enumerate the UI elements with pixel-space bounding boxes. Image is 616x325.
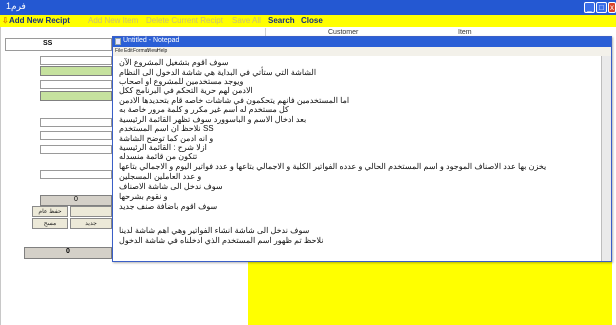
field-2[interactable]	[40, 80, 112, 89]
notepad-line: اما المستخدمين فانهم يتحكمون في شاشات خا…	[119, 96, 350, 105]
notepad-line: ازلا شرح : القائمة الرئيسية	[119, 143, 207, 152]
notepad-line: و عدد العاملين المسجلين	[119, 172, 202, 181]
minimize-button[interactable]: _	[584, 2, 595, 13]
notepad-window: Untitled - Notepad File Edit Format View…	[112, 36, 612, 262]
notepad-line: يخزن بها عدد الاصناف الموجود و اسم المست…	[119, 162, 547, 171]
menu-search[interactable]: Search	[268, 16, 295, 25]
notepad-line: سوف ندخل الى شاشة الاصناف	[119, 182, 223, 191]
notepad-line: سوف اقوم باضافة صنف جديد	[119, 202, 218, 211]
notepad-menu-file[interactable]: File	[115, 48, 123, 54]
notepad-scrollbar[interactable]	[601, 56, 611, 261]
field-4[interactable]	[40, 131, 112, 140]
ss-field[interactable]: SS	[5, 38, 112, 51]
notepad-titlebar[interactable]: Untitled - Notepad	[113, 37, 611, 47]
notepad-line: الشاشة التي ستأتي في البداية هي شاشة الد…	[119, 68, 317, 77]
notepad-line: و نقوم بشرحها	[119, 192, 168, 201]
menu-add-new-recipt[interactable]: Add New Recipt	[9, 16, 70, 25]
notepad-text-area[interactable]: سوف اقوم بتشغيل المشروع الآن الشاشة التي …	[113, 56, 601, 261]
green-field-1[interactable]	[40, 66, 112, 76]
notepad-line: و انه ادمن كما توضح الشاشة	[119, 134, 214, 143]
close-window-button[interactable]: x	[608, 2, 616, 13]
new-button[interactable]: جديد	[70, 218, 112, 229]
total-field: 0	[40, 195, 112, 206]
field-3[interactable]	[40, 118, 112, 127]
field-1[interactable]	[40, 56, 112, 65]
app-title: فرم1	[6, 1, 26, 11]
grid-col-item[interactable]: Item	[458, 29, 472, 36]
notepad-line: SS نلاحظ ان اسم المستخدم	[119, 124, 214, 133]
menu-delete-current-recipt[interactable]: Delete Current Recipt	[146, 16, 223, 25]
green-field-2[interactable]	[40, 91, 112, 101]
notepad-line: ويوجد مستخدمين للمشروع او اصحاب	[119, 77, 244, 86]
menu-close[interactable]: Close	[301, 16, 323, 25]
notepad-line: سوف ندخل الى شاشة انشاء الفواتير وهي اهم…	[119, 226, 310, 235]
notepad-line: الادمن لهم حرية التحكم في البرنامج ككل	[119, 86, 253, 95]
ss-label: SS	[43, 40, 53, 47]
notepad-menubar: File Edit Format View Help	[113, 47, 611, 56]
app-titlebar	[0, 0, 616, 15]
total-value: 0	[74, 196, 78, 203]
menubar: ⇩ Add New Recipt Add New Item Delete Cur…	[0, 15, 616, 27]
field-6[interactable]	[40, 170, 112, 179]
menu-arrow-icon: ⇩	[2, 16, 9, 25]
bottom-total-field: 0	[24, 247, 112, 259]
menu-add-new-item[interactable]: Add New Item	[88, 16, 138, 25]
notepad-line: سوف اقوم بتشغيل المشروع الآن	[119, 58, 229, 67]
field-5[interactable]	[40, 145, 112, 154]
notepad-app-icon	[115, 38, 121, 45]
notepad-menu-edit[interactable]: Edit	[124, 48, 133, 54]
blank-button[interactable]	[70, 206, 112, 217]
notepad-menu-help[interactable]: Help	[157, 48, 167, 54]
notepad-line: نلاحظ تم ظهور اسم المستخدم الذي ادخلناه …	[119, 236, 324, 245]
maximize-button[interactable]: □	[596, 2, 607, 13]
save-general-button[interactable]: حفظ عام	[32, 206, 68, 217]
grid-col-customer[interactable]: Customer	[328, 29, 358, 36]
notepad-title: Untitled - Notepad	[123, 37, 180, 44]
notepad-line: كل مستخدم له اسم غير مكرر و كلمة مرور خا…	[119, 105, 289, 114]
notepad-line: تتكون من قائمة منسدله	[119, 152, 198, 161]
bottom-total-value: 0	[66, 248, 70, 255]
menu-save-all[interactable]: Save All	[232, 16, 261, 25]
notepad-line: بعد ادخال الاسم و الباسوورد سوف تظهر الق…	[119, 115, 307, 124]
delete-button[interactable]: مسح	[32, 218, 68, 229]
yellow-panel	[248, 258, 612, 325]
